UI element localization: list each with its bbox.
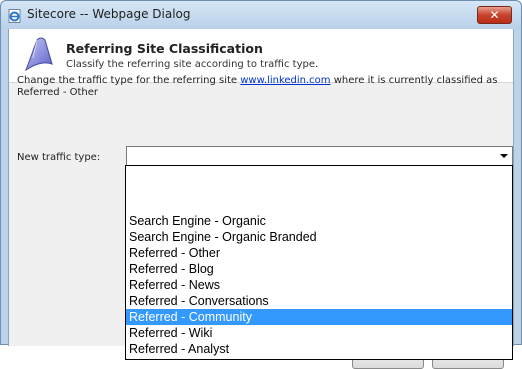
description-text: Change the traffic type for the referrin…	[17, 75, 507, 99]
close-button[interactable]: ✕	[477, 6, 512, 24]
traffic-type-select[interactable]	[126, 146, 513, 166]
dropdown-option-referred-conversations[interactable]: Referred - Conversations	[126, 293, 512, 309]
description-prefix: Change the traffic type for the referrin…	[17, 75, 241, 86]
dialog-window: Sitecore -- Webpage Dialog ✕ Referring S…	[0, 0, 522, 369]
ie-page-icon	[8, 8, 22, 23]
title-bar[interactable]: Sitecore -- Webpage Dialog ✕	[1, 1, 521, 29]
close-icon: ✕	[489, 8, 500, 22]
dropdown-option-referred-wiki[interactable]: Referred - Wiki	[126, 325, 512, 341]
dropdown-option-blank[interactable]	[126, 167, 512, 183]
classification-icon	[23, 34, 55, 74]
dropdown-option-search-organic[interactable]: Search Engine - Organic	[126, 213, 512, 229]
dropdown-option-search-branded[interactable]: Search Engine - Organic Branded	[126, 229, 512, 245]
window-title: Sitecore -- Webpage Dialog	[27, 7, 191, 21]
dialog-heading: Referring Site Classification	[66, 41, 263, 56]
dropdown-option-referred-blog[interactable]: Referred - Blog	[126, 261, 512, 277]
referring-site-link[interactable]: www.linkedin.com	[240, 75, 330, 86]
traffic-type-label: New traffic type:	[17, 152, 101, 163]
dialog-client-area: Referring Site Classification Classify t…	[8, 29, 514, 369]
dropdown-option-referred-news[interactable]: Referred - News	[126, 277, 512, 293]
dropdown-option-referred-community[interactable]: Referred - Community	[126, 309, 512, 325]
dropdown-option-referred-analyst[interactable]: Referred - Analyst	[126, 341, 512, 357]
chevron-down-icon[interactable]	[500, 154, 508, 158]
dialog-subheading: Classify the referring site according to…	[66, 59, 319, 70]
traffic-type-dropdown-list[interactable]: Search Engine - Organic Search Engine - …	[125, 165, 513, 360]
dropdown-option-referred-other[interactable]: Referred - Other	[126, 245, 512, 261]
